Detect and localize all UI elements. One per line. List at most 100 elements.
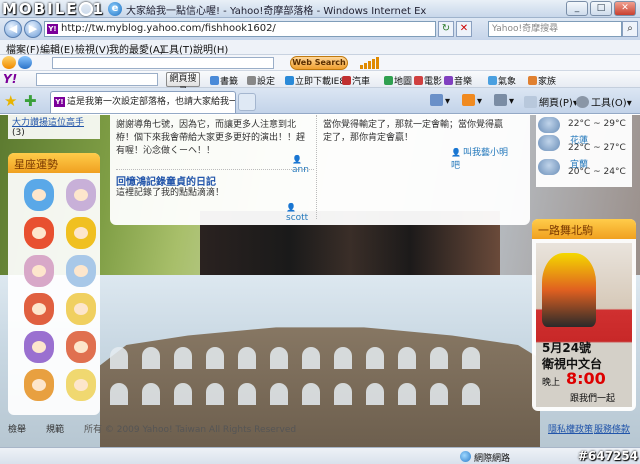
arch-row-lower [110, 383, 480, 405]
family-icon [528, 76, 537, 85]
car-icon [342, 76, 351, 85]
rss-icon [462, 94, 475, 106]
left-link[interactable]: 大力讚揚這位高手 [12, 115, 96, 128]
search-input[interactable]: Yahoo!奇摩搜尋 [488, 21, 622, 37]
status-bar: 網際網路 [0, 447, 640, 464]
maximize-button[interactable]: □ [590, 1, 612, 16]
print-button[interactable]: ▾ [494, 94, 514, 107]
weather-icon [488, 76, 497, 85]
url-text: http://tw.myblog.yahoo.com/fishhook1602/ [61, 23, 276, 34]
url-input[interactable]: Y! http://tw.myblog.yahoo.com/fishhook16… [44, 21, 436, 37]
close-button[interactable]: ✕ [614, 1, 636, 16]
ad-banner[interactable]: 5月24號 衛視中文台 晚上 8:00 跟我們一起 [536, 243, 632, 407]
live-icon[interactable] [18, 56, 32, 69]
favorites-star-icon[interactable]: ★ [4, 93, 17, 109]
home-icon [430, 94, 443, 106]
zodiac-capricorn-icon[interactable] [66, 331, 96, 363]
zodiac-virgo-icon[interactable] [66, 255, 96, 287]
menu-view[interactable]: 檢視(V) [75, 41, 110, 56]
footer-spec[interactable]: 規範 [46, 422, 64, 435]
menu-bar: 檔案(F) 編輯(E) 檢視(V) 我的最愛(A) 工具(T) 說明(H) [0, 40, 640, 56]
window-controls: _ □ ✕ [566, 1, 636, 16]
weather-temp: 22°C ~ 27°C [568, 143, 626, 153]
footer-terms-link[interactable]: 服務條款 [594, 422, 630, 435]
new-tab-button[interactable] [238, 93, 256, 111]
post3-author[interactable]: 叫我藝小明吧 [451, 145, 514, 171]
weather-temp: 20°C ~ 24°C [568, 167, 626, 177]
blog-panel: 謝謝導角七號，因為它，而讓更多人注意到北栫！個下來我會帶給大家更多更好的演出！！… [110, 115, 530, 225]
toolbar-maps[interactable]: 地圖 [384, 74, 412, 87]
ad-title: 一路舞北駒 [532, 219, 636, 239]
zodiac-libra-icon[interactable] [24, 293, 54, 325]
go-button[interactable]: ↻ [438, 21, 454, 37]
live-search-input[interactable] [52, 57, 274, 69]
forward-button[interactable]: ▶ [24, 20, 42, 38]
yahoo-logo[interactable]: Y! [3, 72, 17, 86]
tab-active[interactable]: Y! 這是我第一次設定部落格，也請大家給我一點信... [50, 91, 236, 113]
left-count: (3) [12, 128, 25, 138]
toolbar-family[interactable]: 家族 [528, 74, 556, 87]
toolbar-weather[interactable]: 氣象 [488, 74, 516, 87]
home-button[interactable]: ▾ [430, 94, 450, 107]
rain-icon [538, 135, 560, 151]
zodiac-leo-icon[interactable] [24, 255, 54, 287]
search-icon[interactable]: ⌕ [622, 21, 638, 37]
zodiac-aries-icon[interactable] [24, 179, 54, 211]
post1-text: 謝謝導角七號，因為它，而讓更多人注意到北栫！個下來我會帶給大家更多更好的演出！！… [116, 120, 306, 156]
weather-row: 宜蘭 20°C ~ 24°C [538, 157, 630, 179]
post2-heading[interactable]: 回憶鴻記錄童貞的日記 [116, 173, 216, 188]
toolbar-movies[interactable]: 電影 [414, 74, 442, 87]
zodiac-cancer-icon[interactable] [66, 217, 96, 249]
menu-favorites[interactable]: 我的最愛(A) [109, 41, 164, 56]
bookmark-icon [210, 76, 219, 85]
add-favorite-icon[interactable]: ✚ [24, 93, 37, 109]
toolbar-ie8[interactable]: 立即下載IE8 [285, 74, 345, 87]
post2-author[interactable]: scott [286, 203, 316, 223]
toolbar-bookmarks[interactable]: 書籤 [210, 74, 238, 87]
feeds-button[interactable]: ▾ [462, 94, 482, 107]
left-top-panel: 大力讚揚這位高手 (3) [8, 115, 100, 139]
ad-cta: 跟我們一起 [570, 394, 616, 404]
live-search-button[interactable]: Web Search [290, 56, 348, 70]
ie-icon [285, 76, 294, 85]
zodiac-aquarius-icon[interactable] [24, 369, 54, 401]
zodiac-gemini-icon[interactable] [24, 217, 54, 249]
post1-author[interactable]: ann [292, 155, 316, 175]
tools-menu[interactable]: 工具(O)▾ [576, 94, 632, 109]
yahoo-search-input[interactable] [36, 73, 158, 86]
minimize-button[interactable]: _ [566, 1, 588, 16]
yahoo-search-button[interactable]: 網頁搜尋 [166, 72, 200, 97]
zodiac-pisces-icon[interactable] [66, 369, 96, 401]
cyclist-image [542, 253, 596, 327]
toolbar-settings[interactable]: 設定 [247, 74, 275, 87]
zodiac-sagittarius-icon[interactable] [24, 331, 54, 363]
stop-button[interactable]: ✕ [456, 21, 472, 37]
map-icon [384, 76, 393, 85]
footer-privacy-link[interactable]: 隱私權政策 [548, 422, 593, 435]
menu-help[interactable]: 說明(H) [193, 41, 228, 56]
menu-tools[interactable]: 工具(T) [159, 41, 193, 56]
menu-edit[interactable]: 編輯(E) [40, 41, 74, 56]
toolbar-cars[interactable]: 汽車 [342, 74, 370, 87]
ad-date: 5月24號 [542, 341, 592, 355]
page-footer: 檢舉 規範 所有 © 2009 Yahoo! Taiwan All Rights… [0, 419, 640, 435]
movie-icon [414, 76, 423, 85]
yahoo-favicon-icon: Y! [54, 97, 65, 107]
messenger-icon[interactable] [2, 56, 16, 69]
weather-row: 花蓮 22°C ~ 27°C [538, 133, 630, 155]
live-toolbar: Web Search [0, 55, 640, 71]
watermark-text: MOBILE [2, 0, 79, 18]
ad-time-label: 晚上 [542, 378, 561, 388]
footer-report[interactable]: 檢舉 [8, 422, 26, 435]
security-zone: 網際網路 [474, 454, 511, 464]
cloud-icon [538, 117, 560, 133]
page-menu[interactable]: 網頁(P)▾ [524, 94, 578, 109]
zodiac-scorpio-icon[interactable] [66, 293, 96, 325]
ie-logo-icon: e [108, 2, 122, 16]
music-icon [444, 76, 453, 85]
toolbar-music[interactable]: 音樂 [444, 74, 472, 87]
post-separator [116, 169, 314, 170]
zodiac-taurus-icon[interactable] [66, 179, 96, 211]
back-button[interactable]: ◀ [4, 20, 22, 38]
menu-file[interactable]: 檔案(F) [6, 41, 40, 56]
